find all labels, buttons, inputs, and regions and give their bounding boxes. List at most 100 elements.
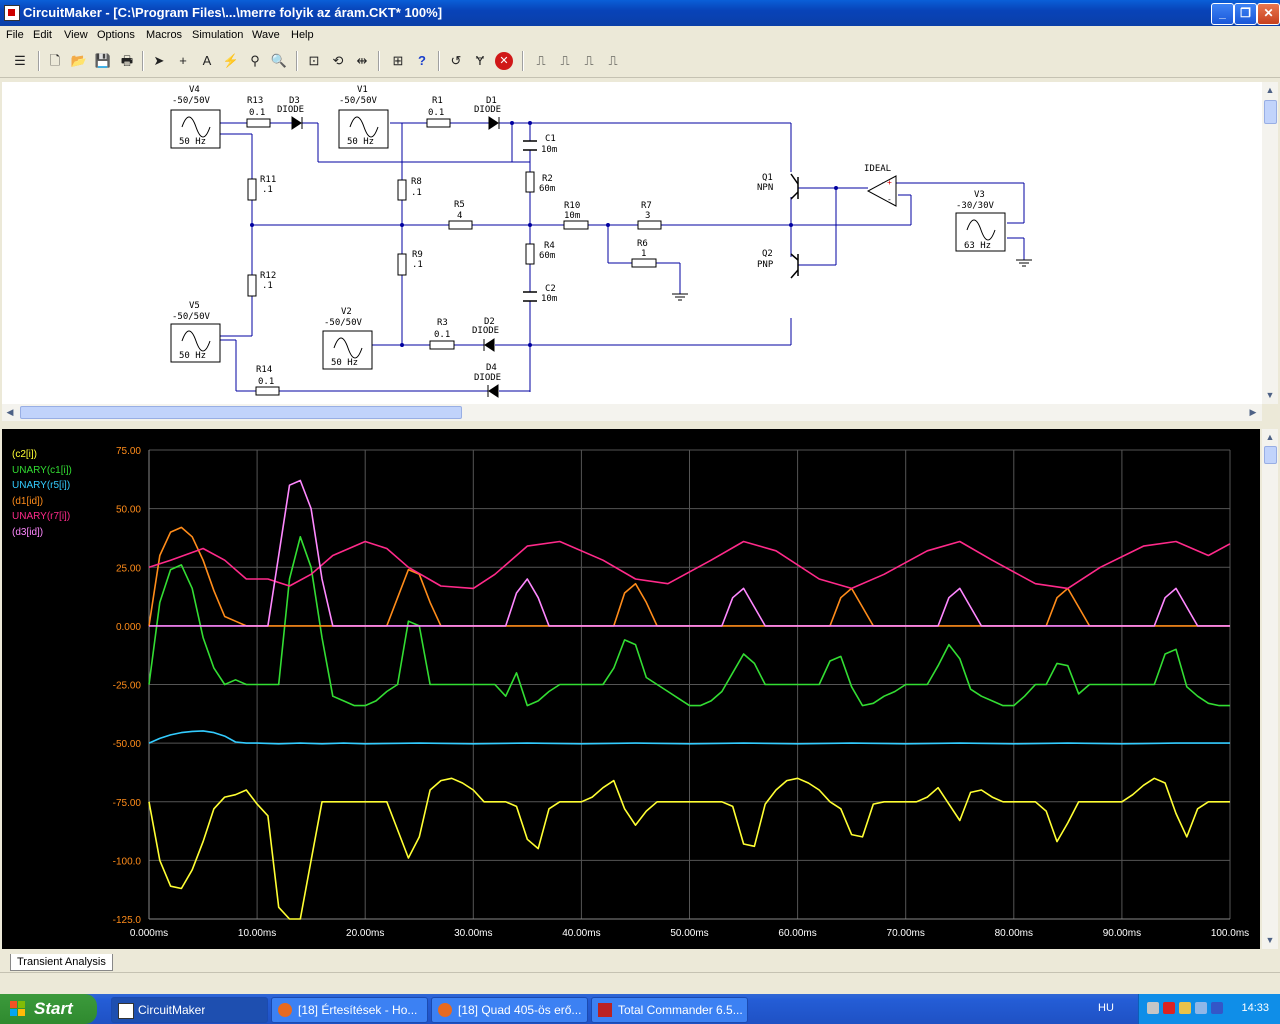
resistor-r12-symbol[interactable] [247,274,257,297]
rotate-icon[interactable]: ⟲ [329,52,347,70]
x-tick-label: 90.00ms [1103,928,1141,939]
wire-tool-icon[interactable]: + [174,52,192,70]
help-icon[interactable]: ? [413,52,431,70]
menu-wave[interactable]: Wave [252,29,280,41]
tray-bluetooth-icon[interactable] [1211,1002,1223,1014]
magnify-icon[interactable]: 🔍 [270,52,288,70]
scroll-right-icon[interactable]: ▶ [1245,404,1261,420]
diode-d2-symbol[interactable] [484,338,495,352]
menu-view[interactable]: View [64,29,88,41]
arrow-tool-icon[interactable]: ➤ [150,52,168,70]
resistor-r4-symbol[interactable] [525,243,535,265]
diode-d4-symbol[interactable] [488,384,499,398]
bus-tool-icon[interactable]: ⊞ [389,52,407,70]
menu-simulation[interactable]: Simulation [192,29,243,41]
label-q1-value: NPN [757,183,773,193]
x-tick-label: 80.00ms [995,928,1033,939]
step-icon[interactable]: Ɏ [471,52,489,70]
open-folder-icon[interactable]: 📂 [70,52,88,70]
menu-macros[interactable]: Macros [146,29,182,41]
legend-entry-d3[interactable]: (d3[id]) [12,527,72,543]
svg-text:-: - [887,195,892,204]
probe-tool-icon[interactable]: ⚡ [222,52,240,70]
start-button[interactable]: Start [0,994,97,1024]
schematic-vertical-scrollbar[interactable]: ▲ ▼ [1262,82,1278,404]
resistor-r10-symbol[interactable] [563,220,589,230]
resistor-r13-symbol[interactable] [246,118,271,128]
tray-network-icon[interactable] [1147,1002,1159,1014]
scroll-left-icon[interactable]: ◀ [2,404,18,420]
label-ideal: IDEAL [864,164,891,174]
menu-options[interactable]: Options [97,29,135,41]
resistor-r3-symbol[interactable] [429,340,455,350]
task-circuitmaker[interactable]: CircuitMaker [111,997,268,1023]
analysis-tabs: Transient Analysis [0,950,1280,972]
resistor-r1-symbol[interactable] [426,118,451,128]
close-button[interactable]: ✕ [1257,3,1280,25]
print-icon[interactable]: 🖶 [118,52,136,70]
menu-help[interactable]: Help [291,29,314,41]
legend-entry-r7[interactable]: UNARY(r7[i]) [12,511,72,527]
parts-icon[interactable]: ☰ [11,52,29,70]
wave-scroll-thumb[interactable] [1264,446,1277,464]
waveform-tool-1-icon[interactable]: ⎍ [532,52,550,70]
scroll-thumb-horizontal[interactable] [20,406,462,419]
resistor-r9-symbol[interactable] [397,253,407,276]
start-label: Start [34,999,73,1018]
status-bar [0,972,1280,995]
wave-scroll-up-icon[interactable]: ▲ [1262,429,1278,445]
scroll-up-icon[interactable]: ▲ [1262,82,1278,98]
schematic-canvas[interactable]: + - V4 -50/50V 50 Hz V1 -50/50V 50 Hz V5… [2,82,1262,404]
resistor-r14-symbol[interactable] [255,386,280,396]
tray-shield-icon[interactable] [1163,1002,1175,1014]
waveform-tool-2-icon[interactable]: ⎍ [556,52,574,70]
label-v1-value: -50/50V [339,96,378,106]
label-d3-value: DIODE [277,105,304,115]
diode-d1-symbol[interactable] [488,116,499,130]
menu-file[interactable]: File [6,29,24,41]
tray-volume-icon[interactable] [1179,1002,1191,1014]
wave-scroll-down-icon[interactable]: ▼ [1262,932,1278,948]
task-total-commander[interactable]: Total Commander 6.5... [591,997,748,1023]
language-indicator[interactable]: HU [1098,1002,1114,1014]
stop-icon[interactable]: ✕ [495,52,513,70]
minimize-button[interactable]: _ [1211,3,1234,25]
waveform-window[interactable]: 75.00 50.00 25.00 0.000 -25.00 -50.00 -75.00 -1… [2,429,1260,949]
schematic-horizontal-scrollbar[interactable]: ◀ ▶ [2,404,1262,421]
scroll-thumb[interactable] [1264,100,1277,124]
text-tool-icon[interactable]: A [198,52,216,70]
resistor-r5-symbol[interactable] [448,220,473,230]
waveform-tool-4-icon[interactable]: ⎍ [604,52,622,70]
mirror-icon[interactable]: ⇹ [353,52,371,70]
diode-d3-symbol[interactable] [291,116,302,130]
label-r4: R4 [544,241,555,251]
save-icon[interactable]: 💾 [94,52,112,70]
reset-icon[interactable]: ↺ [447,52,465,70]
scroll-down-icon[interactable]: ▼ [1262,387,1278,403]
legend-entry-c1[interactable]: UNARY(c1[i]) [12,465,72,481]
label-r5: R5 [454,200,465,210]
zoom-probe-icon[interactable]: ⚲ [246,52,264,70]
legend-entry-d1[interactable]: (d1[id]) [12,496,72,512]
resistor-r6-symbol[interactable] [631,258,657,268]
new-file-icon[interactable]: 🗋 [46,52,64,70]
circuitmaker-app-icon[interactable] [4,5,20,21]
waveform-vertical-scrollbar[interactable]: ▲ ▼ [1262,429,1278,949]
label-c2: C2 [545,284,556,294]
restore-button[interactable]: ❐ [1234,3,1257,25]
legend-entry-r5[interactable]: UNARY(r5[i]) [12,480,72,496]
menu-edit[interactable]: Edit [33,29,52,41]
tab-transient-analysis[interactable]: Transient Analysis [10,954,113,971]
resistor-r11-symbol[interactable] [247,178,257,201]
label-v5: V5 [189,301,200,311]
zoom-fit-icon[interactable]: ⊡ [305,52,323,70]
waveform-tool-3-icon[interactable]: ⎍ [580,52,598,70]
task-firefox-1[interactable]: [18] Értesítések - Ho... [271,997,428,1023]
task-firefox-2[interactable]: [18] Quad 405-ös erő... [431,997,588,1023]
legend-entry-c2[interactable]: (c2[i]) [12,449,72,465]
resistor-r8-symbol[interactable] [397,179,407,201]
resistor-r2-symbol[interactable] [525,171,535,193]
tray-app-icon[interactable] [1195,1002,1207,1014]
resistor-r7-symbol[interactable] [637,220,662,230]
menu-bar: File Edit View Options Macros Simulation… [0,26,1280,45]
